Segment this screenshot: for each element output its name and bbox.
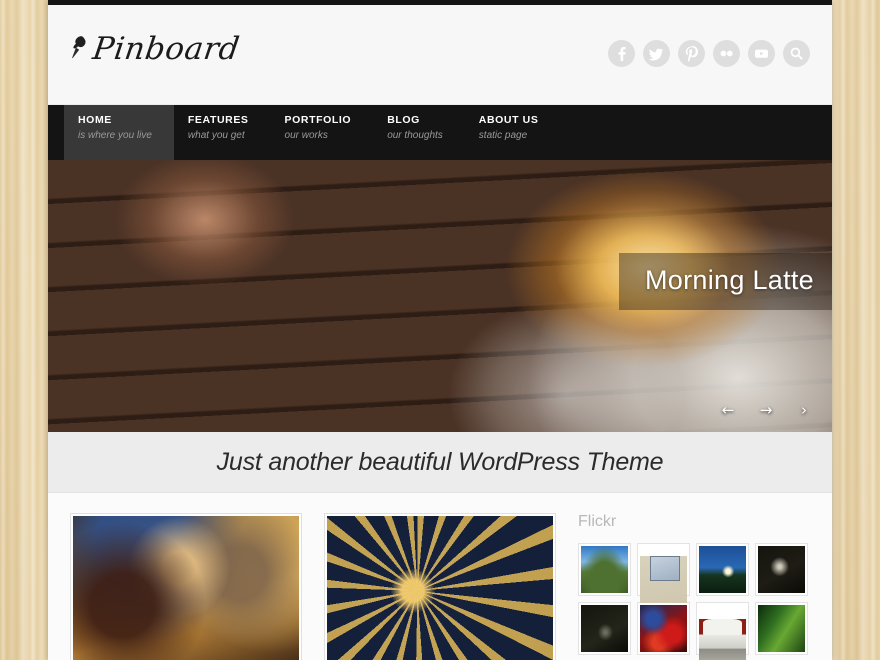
sidebar: Flickr	[578, 513, 808, 660]
flickr-icon[interactable]	[713, 40, 740, 67]
facebook-icon[interactable]	[608, 40, 635, 67]
flickr-thumb[interactable]	[696, 543, 749, 596]
page-root: Pinboard HOME is where you live FEATURES…	[0, 0, 880, 660]
art-gallery-interior-thumb	[640, 556, 687, 604]
flickr-thumb[interactable]	[755, 602, 808, 655]
site-logo[interactable]: Pinboard	[70, 31, 242, 67]
logo-text: Pinboard	[90, 31, 242, 67]
site-tagline-bar: Just another beautiful WordPress Theme	[48, 432, 832, 493]
nav-item-features[interactable]: FEATURES what you get	[174, 105, 271, 160]
site-container: Pinboard HOME is where you live FEATURES…	[48, 0, 832, 660]
main-content: Flickr	[48, 493, 832, 660]
nav-item-portfolio[interactable]: PORTFOLIO our works	[271, 105, 374, 160]
flickr-widget-title: Flickr	[578, 513, 617, 530]
white-classic-car-thumb	[699, 619, 746, 660]
slider-next-button[interactable]: →	[754, 400, 778, 420]
flickr-thumb[interactable]	[578, 543, 631, 596]
nav-item-label: ABOUT US	[478, 114, 539, 126]
pushpin-icon	[70, 35, 87, 64]
pinterest-icon[interactable]	[678, 40, 705, 67]
nav-item-blog[interactable]: BLOG our thoughts	[373, 105, 465, 160]
flickr-thumb[interactable]	[755, 543, 808, 596]
green-leaf-dew-thumb	[758, 605, 805, 652]
nav-item-home[interactable]: HOME is where you live	[64, 105, 174, 160]
site-tagline: Just another beautiful WordPress Theme	[216, 447, 664, 476]
nav-item-sublabel: our thoughts	[387, 130, 443, 141]
social-links	[608, 40, 810, 67]
flickr-thumb[interactable]	[637, 602, 690, 655]
dark-light-trail-thumb	[758, 546, 805, 593]
post-thumbnail[interactable]	[70, 513, 302, 660]
flickr-thumb[interactable]	[696, 602, 749, 660]
slider-play-button[interactable]: ›	[792, 400, 816, 420]
moonlit-trees-thumb	[699, 546, 746, 593]
featured-slider: Morning Latte ← → ›	[48, 160, 832, 432]
youtube-icon[interactable]	[748, 40, 775, 67]
live-band-musicians-photo	[73, 516, 299, 660]
flickr-thumb[interactable]	[578, 602, 631, 655]
dark-abstract-scratch-thumb	[581, 605, 628, 652]
main-navigation: HOME is where you live FEATURES what you…	[48, 105, 832, 160]
nav-item-label: HOME	[78, 114, 112, 126]
nav-item-sublabel: what you get	[187, 130, 245, 141]
red-blue-coals-thumb	[640, 605, 687, 652]
slider-prev-button[interactable]: ←	[716, 400, 740, 420]
search-icon[interactable]	[783, 40, 810, 67]
nav-item-label: FEATURES	[187, 114, 249, 126]
astronomical-clock-photo	[327, 516, 553, 660]
green-hillside-landscape-thumb	[581, 546, 628, 593]
nav-item-about-us[interactable]: ABOUT US static page	[465, 105, 561, 160]
nav-item-label: BLOG	[387, 114, 420, 126]
slider-controls: ← → ›	[716, 400, 816, 420]
flickr-thumb[interactable]	[637, 543, 690, 604]
slide-caption: Morning Latte	[619, 253, 832, 310]
flickr-thumbnail-grid	[578, 543, 808, 660]
twitter-icon[interactable]	[643, 40, 670, 67]
nav-item-sublabel: is where you live	[78, 130, 152, 141]
site-header: Pinboard	[48, 5, 832, 105]
post-item-clock[interactable]	[324, 513, 556, 660]
nav-item-sublabel: our works	[284, 130, 328, 141]
nav-item-label: PORTFOLIO	[284, 114, 352, 126]
post-thumbnail[interactable]	[324, 513, 556, 660]
post-item-band[interactable]	[70, 513, 302, 660]
nav-item-sublabel: static page	[478, 130, 528, 141]
